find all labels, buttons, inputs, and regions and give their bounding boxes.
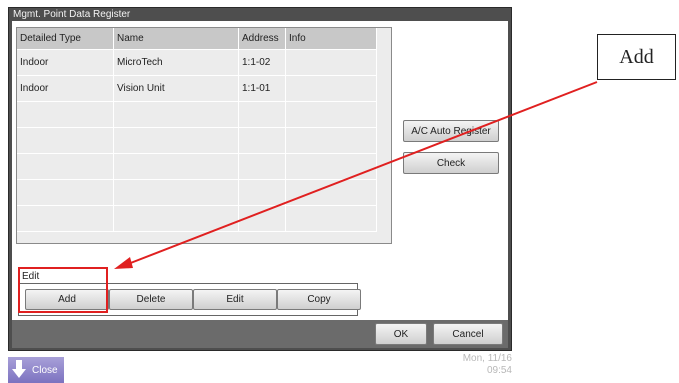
annotation-arrow [114,81,598,269]
annotation-arrow-line [127,81,598,265]
annotation-arrow-head-icon [114,257,133,269]
